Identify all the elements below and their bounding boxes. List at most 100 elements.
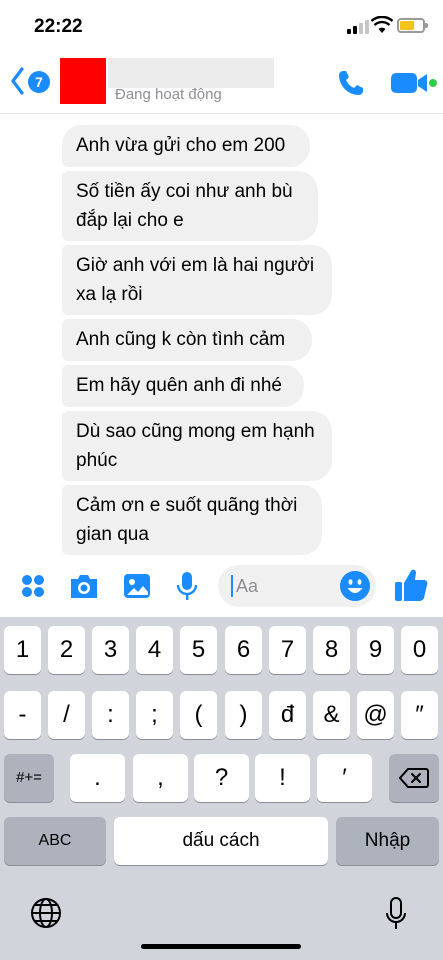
- key-slash[interactable]: /: [48, 691, 85, 739]
- message-bubble[interactable]: Em hãy quên anh đi nhé: [62, 365, 304, 407]
- key-label: @: [363, 701, 388, 728]
- message-line: Em hãy quên anh đi nhé: [76, 375, 282, 396]
- phone-icon[interactable]: [336, 68, 366, 98]
- message-list[interactable]: Anh vừa gửi cho em 200 Số tiền ấy coi nh…: [0, 115, 443, 555]
- key-label: 2: [59, 636, 74, 663]
- chat-header: 7 Đang hoạt động: [0, 50, 443, 114]
- message-line: gian qua: [76, 524, 149, 545]
- key-exclamation[interactable]: !: [255, 754, 310, 802]
- backspace-key[interactable]: [389, 754, 439, 802]
- key-label: ″: [415, 701, 424, 728]
- key-label: 4: [147, 636, 162, 663]
- key-6[interactable]: 6: [225, 626, 262, 674]
- battery-icon: [397, 18, 428, 33]
- message-line: Anh vừa gửi cho em 200: [76, 135, 286, 156]
- message-composer: Aa: [0, 555, 443, 617]
- key-at[interactable]: @: [357, 691, 394, 739]
- home-indicator: [141, 944, 301, 949]
- key-0[interactable]: 0: [401, 626, 438, 674]
- apps-icon[interactable]: [18, 571, 48, 601]
- key-label: 0: [412, 636, 427, 663]
- message-line: Dù sao cũng mong em hạnh: [76, 421, 315, 442]
- message-bubble[interactable]: Dù sao cũng mong em hạnh phúc: [62, 411, 332, 481]
- dictation-microphone-icon[interactable]: [384, 897, 408, 931]
- message-bubble[interactable]: Số tiền ấy coi như anh bù đắp lại cho e: [62, 171, 318, 241]
- key-semicolon[interactable]: ;: [136, 691, 173, 739]
- message-line: Giờ anh với em là hai người: [76, 255, 315, 276]
- key-3[interactable]: 3: [92, 626, 129, 674]
- message-bubble[interactable]: Anh vừa gửi cho em 200: [62, 125, 310, 167]
- wifi-icon: [371, 16, 393, 33]
- key-period[interactable]: .: [70, 754, 125, 802]
- key-comma[interactable]: ,: [133, 754, 188, 802]
- key-label: ?: [214, 764, 229, 791]
- abc-key[interactable]: ABC: [4, 817, 106, 865]
- key-8[interactable]: 8: [313, 626, 350, 674]
- status-bar: 22:22: [0, 0, 443, 50]
- key-9[interactable]: 9: [357, 626, 394, 674]
- avatar[interactable]: [60, 58, 106, 104]
- key-label: &: [323, 701, 340, 728]
- key-dong[interactable]: đ: [269, 691, 306, 739]
- key-label: 3: [103, 636, 118, 663]
- key-4[interactable]: 4: [136, 626, 173, 674]
- back-button[interactable]: 7: [10, 64, 54, 98]
- key-label: /: [63, 701, 70, 728]
- key-close-paren[interactable]: ): [225, 691, 262, 739]
- contact-status: Đang hoạt động: [115, 86, 222, 103]
- key-label: 8: [324, 636, 339, 663]
- key-hyphen[interactable]: -: [4, 691, 41, 739]
- key-label: ): [239, 701, 248, 728]
- message-line: phúc: [76, 450, 118, 471]
- photo-icon[interactable]: [122, 571, 152, 601]
- key-open-paren[interactable]: (: [180, 691, 217, 739]
- space-key[interactable]: dấu cách: [114, 817, 328, 865]
- return-key[interactable]: Nhập: [336, 817, 439, 865]
- message-bubble[interactable]: Cảm ơn e suốt quãng thời gian qua: [62, 485, 322, 555]
- key-label: đ: [280, 701, 295, 728]
- key-label: .: [94, 764, 101, 791]
- video-camera-icon[interactable]: [390, 70, 430, 96]
- message-line: Cảm ơn e suốt quãng thời: [76, 495, 298, 516]
- status-time: 22:22: [34, 16, 83, 37]
- key-quote[interactable]: ″: [401, 691, 438, 739]
- unread-badge: 7: [28, 71, 50, 93]
- key-label: dấu cách: [182, 830, 260, 851]
- key-colon[interactable]: :: [92, 691, 129, 739]
- backspace-icon: [398, 768, 429, 788]
- keyboard: 1 2 3 4 5 6 7 8 9 0 - / : ; ( ) đ & @ ″ …: [0, 617, 443, 960]
- key-label: 9: [368, 636, 383, 663]
- message-bubble[interactable]: Anh cũng k còn tình cảm: [62, 319, 312, 361]
- key-label: ,: [157, 764, 164, 791]
- emoji-icon[interactable]: [340, 571, 370, 601]
- camera-icon[interactable]: [68, 571, 100, 601]
- key-label: 1: [15, 636, 30, 663]
- message-bubble[interactable]: Giờ anh với em là hai người xa lạ rồi: [62, 245, 332, 315]
- key-label: 6: [236, 636, 251, 663]
- message-line: Số tiền ấy coi như anh bù: [76, 181, 293, 202]
- key-apostrophe[interactable]: ′: [317, 754, 372, 802]
- key-ampersand[interactable]: &: [313, 691, 350, 739]
- key-question[interactable]: ?: [194, 754, 249, 802]
- key-label: ;: [151, 701, 158, 728]
- globe-icon[interactable]: [30, 897, 62, 929]
- key-label: !: [279, 764, 286, 791]
- key-label: ′: [342, 764, 347, 791]
- symbols-key[interactable]: #+=: [4, 754, 54, 802]
- microphone-icon[interactable]: [175, 571, 199, 601]
- message-line: xa lạ rồi: [76, 284, 143, 305]
- online-indicator: [429, 79, 437, 87]
- key-7[interactable]: 7: [269, 626, 306, 674]
- key-label: :: [107, 701, 114, 728]
- key-label: ABC: [38, 832, 72, 849]
- key-1[interactable]: 1: [4, 626, 41, 674]
- key-label: 7: [280, 636, 295, 663]
- key-label: (: [194, 701, 203, 728]
- thumbs-up-icon[interactable]: [394, 567, 428, 603]
- key-2[interactable]: 2: [48, 626, 85, 674]
- message-input-placeholder: Aa: [236, 576, 259, 596]
- key-label: #+=: [16, 769, 42, 786]
- contact-name-redacted[interactable]: [108, 58, 274, 88]
- key-label: -: [18, 701, 27, 728]
- key-5[interactable]: 5: [180, 626, 217, 674]
